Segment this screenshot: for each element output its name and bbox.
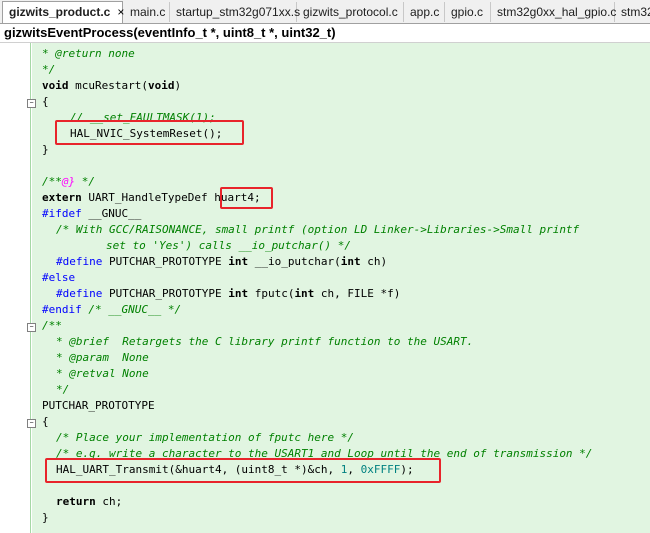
fold-toggle-icon[interactable]: − — [27, 419, 36, 428]
tab-gizwits-protocol[interactable]: gizwits_protocol.c — [297, 2, 404, 22]
code-line: */ — [56, 383, 70, 396]
tab-label: gizwits_product.c — [9, 5, 111, 19]
tab-gizwits-product[interactable]: gizwits_product.c × — [2, 1, 124, 23]
fold-toggle-icon[interactable]: − — [27, 99, 36, 108]
code-line: } — [42, 511, 49, 524]
tab-label: stm32 — [621, 5, 650, 19]
code-line: /* With GCC/RAISONANCE, small printf (op… — [56, 223, 580, 236]
code-line: * @retval None — [56, 367, 149, 380]
highlight-box-uart-transmit — [45, 458, 441, 483]
code-line: * @return none — [42, 47, 135, 60]
tab-gpio[interactable]: gpio.c — [445, 2, 491, 22]
code-line: * @brief Retargets the C library printf … — [56, 335, 474, 348]
code-line: #endif /* __GNUC__ */ — [42, 303, 182, 316]
code-line: { — [42, 415, 49, 428]
tab-main[interactable]: main.c — [124, 2, 170, 22]
tab-startup[interactable]: startup_stm32g071xx.s — [170, 2, 301, 22]
fold-toggle-icon[interactable]: − — [27, 323, 36, 332]
code-line: #ifdef __GNUC__ — [42, 207, 142, 220]
function-signature: gizwitsEventProcess(eventInfo_t *, uint8… — [4, 25, 336, 40]
fold-guide — [30, 43, 31, 533]
tab-label: startup_stm32g071xx.s — [176, 5, 301, 19]
code-line: /** — [42, 319, 62, 332]
code-line: #define PUTCHAR_PROTOTYPE int fputc(int … — [56, 287, 401, 300]
code-line: void mcuRestart(void) — [42, 79, 182, 92]
code-line: return ch; — [56, 495, 123, 508]
code-line: /**@} */ — [42, 175, 95, 188]
code-line: /* Place your implementation of fputc he… — [56, 431, 355, 444]
tab-stm32-truncated[interactable]: stm32 — [615, 2, 650, 22]
code-line: } — [42, 143, 49, 156]
tab-label: gpio.c — [451, 5, 484, 19]
editor-tab-bar: gizwits_product.c × main.c startup_stm32g… — [0, 0, 650, 24]
tab-stm32g0xx-hal-gpio[interactable]: stm32g0xx_hal_gpio.c — [491, 2, 617, 22]
tab-label: app.c — [410, 5, 440, 19]
highlight-box-huart4 — [220, 187, 273, 209]
code-line: * @param None — [56, 351, 149, 364]
highlight-box-system-reset — [55, 120, 244, 145]
tab-app[interactable]: app.c — [404, 2, 445, 22]
code-line: { — [42, 95, 49, 108]
tab-label: gizwits_protocol.c — [303, 5, 398, 19]
code-line: #else — [42, 271, 76, 284]
code-line: #define PUTCHAR_PROTOTYPE int __io_putch… — [56, 255, 388, 268]
function-scope-bar[interactable]: gizwitsEventProcess(eventInfo_t *, uint8… — [0, 24, 650, 43]
code-line: PUTCHAR_PROTOTYPE — [42, 399, 155, 412]
code-line: set to 'Yes') calls __io_putchar() */ — [106, 239, 352, 252]
code-line: */ — [42, 63, 56, 76]
line-gutter[interactable] — [0, 43, 26, 533]
tab-label: main.c — [130, 5, 166, 19]
tab-label: stm32g0xx_hal_gpio.c — [497, 5, 617, 19]
code-editor[interactable]: − − − * @return none */ void mcuRestart(… — [0, 43, 650, 533]
